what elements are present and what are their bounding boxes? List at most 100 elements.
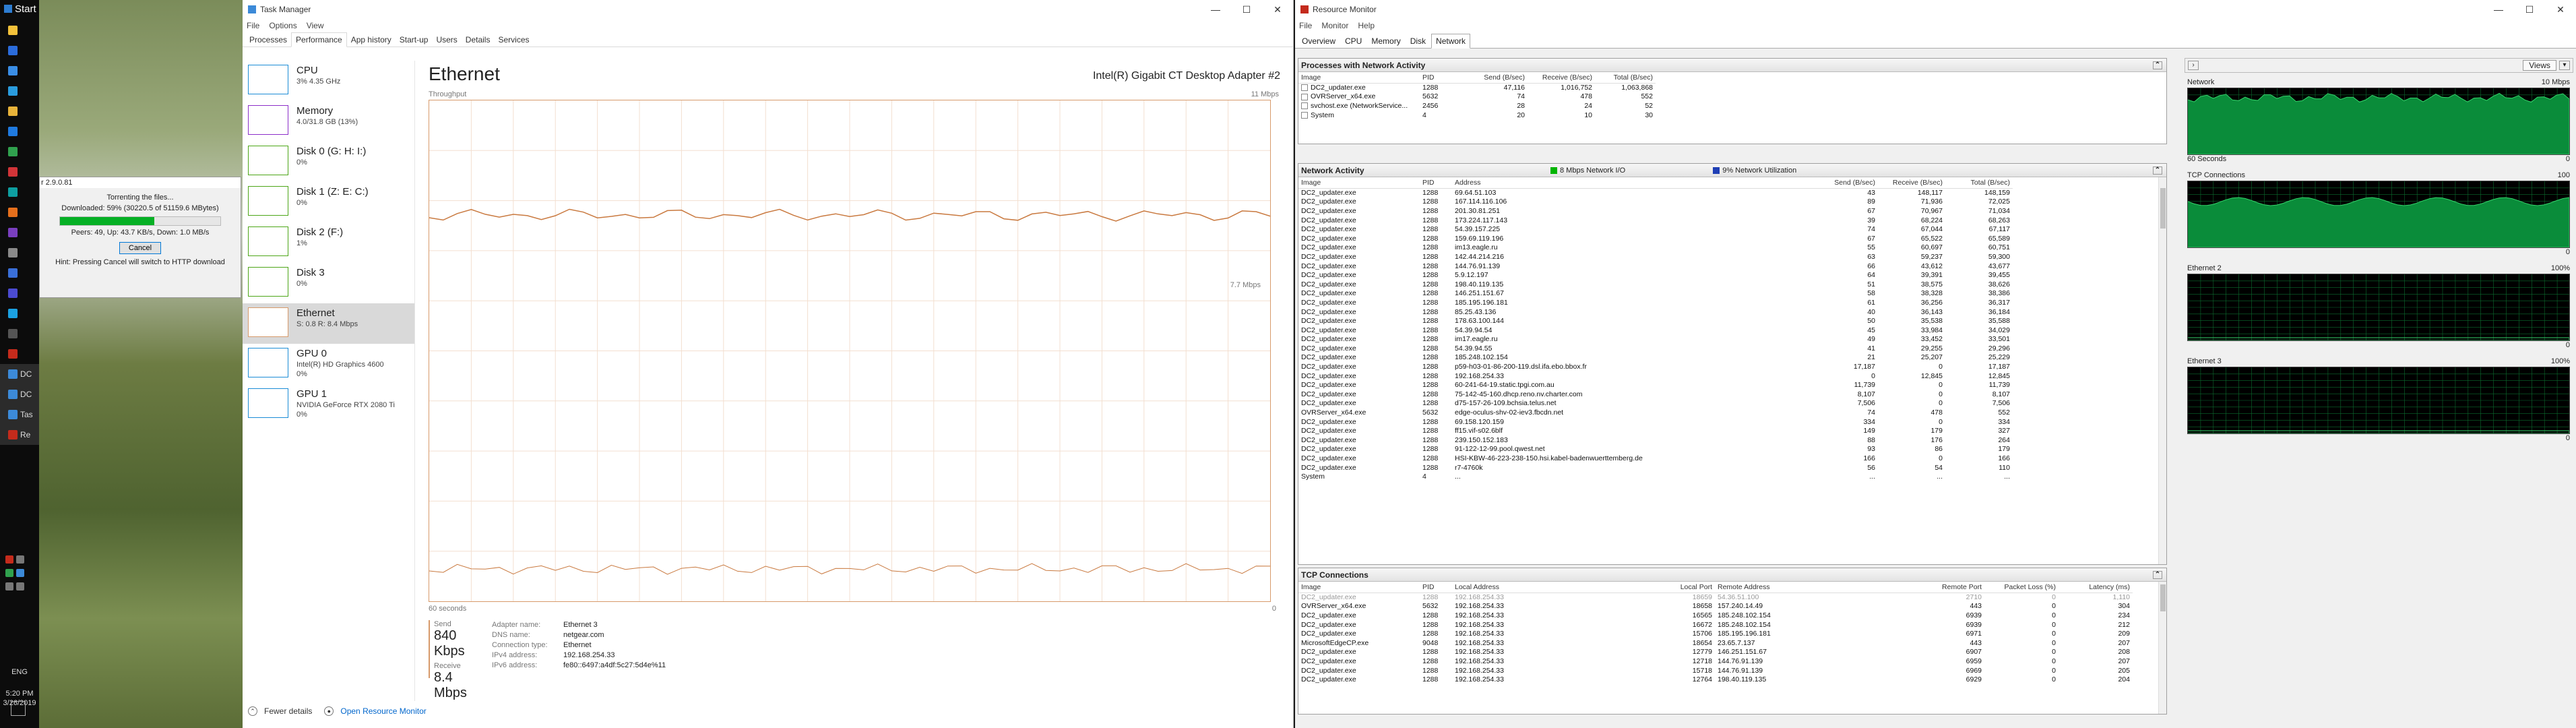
taskbar-item[interactable]: [0, 202, 39, 222]
network-row[interactable]: DC2_updater.exe 1288 239.150.152.183 88 176 2…: [1298, 435, 2166, 445]
sidebar-item-memory[interactable]: Memory 4.0/31.8 GB (13%): [243, 101, 414, 142]
tab-services[interactable]: Services: [494, 33, 533, 47]
rm-menu-file[interactable]: File: [1299, 21, 1312, 30]
rm-close-button[interactable]: ✕: [2545, 4, 2576, 16]
rm-tab-cpu[interactable]: CPU: [1341, 34, 1366, 48]
column-header[interactable]: Receive (B/sec): [1528, 72, 1595, 84]
taskbar-item[interactable]: [0, 283, 39, 303]
close-button[interactable]: ✕: [1262, 4, 1293, 16]
network-row[interactable]: DC2_updater.exe 1288 54.39.94.54 45 33,984 34…: [1298, 326, 2166, 335]
taskbar-item[interactable]: [0, 222, 39, 243]
network-row[interactable]: DC2_updater.exe 1288 69.64.51.103 43 148,117…: [1298, 188, 2166, 198]
collapse-icon[interactable]: ⌃: [2153, 61, 2162, 69]
network-row[interactable]: System 4............: [1298, 472, 2166, 481]
column-header[interactable]: Image: [1298, 72, 1420, 84]
sidebar-item-disk-3[interactable]: Disk 3 0%: [243, 263, 414, 303]
network-row[interactable]: DC2_updater.exe 1288 d75-157-26-109.bchsia…: [1298, 399, 2166, 408]
network-row[interactable]: DC2_updater.exe 1288 198.40.119.135 51 38,57…: [1298, 280, 2166, 289]
column-header[interactable]: Total (B/sec): [1945, 177, 2013, 189]
tcp-row[interactable]: DC2_updater.exe 1288 192.168.254.33 16672 18…: [1298, 620, 2166, 630]
process-row[interactable]: svchost.exe (NetworkService... 2456 28 24 52: [1298, 101, 2166, 111]
tray-network-icon[interactable]: [16, 582, 24, 590]
expand-pane-icon[interactable]: ›: [2188, 61, 2199, 70]
network-row[interactable]: DC2_updater.exe 1288 173.224.117.143 39 68,2…: [1298, 216, 2166, 225]
menu-options[interactable]: Options: [269, 21, 296, 30]
tcp-row[interactable]: OVRServer_x64.exe 5632 192.168.254.33 18658…: [1298, 602, 2166, 611]
menu-file[interactable]: File: [247, 21, 259, 30]
network-row[interactable]: DC2_updater.exe 1288 60-241-64-19.static.t…: [1298, 380, 2166, 390]
sidebar-item-cpu[interactable]: CPU 3% 4.35 GHz: [243, 61, 414, 101]
column-header[interactable]: Local Port: [1647, 582, 1715, 593]
column-header[interactable]: Send (B/sec): [1467, 72, 1528, 84]
tab-users[interactable]: Users: [432, 33, 461, 47]
taskbar-item[interactable]: [0, 20, 39, 40]
tray-green-icon[interactable]: [5, 569, 13, 577]
column-header[interactable]: Send (B/sec): [1802, 177, 1878, 189]
process-row[interactable]: OVRServer_x64.exe 5632 74 478 552: [1298, 92, 2166, 102]
notification-center-icon[interactable]: [11, 701, 26, 716]
taskbar-item[interactable]: [0, 40, 39, 61]
taskbar-item[interactable]: [0, 142, 39, 162]
tcp-scrollbar-thumb[interactable]: [2160, 584, 2166, 611]
network-row[interactable]: DC2_updater.exe 1288 im17.eagle.ru 49 33,452…: [1298, 335, 2166, 344]
language-indicator[interactable]: ENG: [0, 667, 39, 677]
row-checkbox[interactable]: [1301, 102, 1308, 110]
tray-volume-icon[interactable]: [5, 582, 13, 590]
process-row[interactable]: DC2_updater.exe 1288 47,116 1,016,752 1,063,…: [1298, 83, 2166, 92]
maximize-button[interactable]: ☐: [1231, 4, 1262, 16]
tab-start-up[interactable]: Start-up: [396, 33, 433, 47]
column-header[interactable]: Receive (B/sec): [1878, 177, 1945, 189]
taskbar-item[interactable]: [0, 344, 39, 364]
rm-minimize-button[interactable]: —: [2483, 4, 2514, 16]
rm-menu-help[interactable]: Help: [1358, 21, 1375, 30]
network-row[interactable]: DC2_updater.exe 1288 192.168.254.33 0 12,845…: [1298, 371, 2166, 381]
network-row[interactable]: DC2_updater.exe 1288 142.44.214.216 63 59,23…: [1298, 252, 2166, 262]
tray-red-icon[interactable]: [5, 555, 13, 564]
taskbar-item[interactable]: Re: [0, 425, 39, 445]
network-row[interactable]: OVRServer_x64.exe 5632 edge-oculus-shv-02-…: [1298, 408, 2166, 417]
column-header[interactable]: PID: [1420, 582, 1452, 593]
rm-tab-overview[interactable]: Overview: [1298, 34, 1340, 48]
column-header[interactable]: Total (B/sec): [1595, 72, 1656, 84]
network-row[interactable]: DC2_updater.exe 1288 54.39.157.225 74 67,044…: [1298, 224, 2166, 234]
taskbar-item[interactable]: DC: [0, 364, 39, 384]
network-row[interactable]: DC2_updater.exe 1288 144.76.91.139 66 43,612…: [1298, 262, 2166, 271]
sidebar-item-disk-1-z-e-c-[interactable]: Disk 1 (Z: E: C:) 0%: [243, 182, 414, 222]
tcp-connections-header[interactable]: TCP Connections ⌃: [1298, 568, 2166, 582]
collapse-icon[interactable]: ⌃: [2153, 166, 2162, 175]
taskbar-item[interactable]: DC: [0, 384, 39, 404]
network-row[interactable]: DC2_updater.exe 1288 85.25.43.136 40 36,143 3…: [1298, 307, 2166, 317]
network-activity-scrollbar[interactable]: [2158, 177, 2166, 564]
collapse-icon[interactable]: ⌃: [2153, 570, 2162, 579]
taskbar-item[interactable]: [0, 324, 39, 344]
row-checkbox[interactable]: [1301, 84, 1308, 92]
tab-details[interactable]: Details: [462, 33, 495, 47]
tcp-row[interactable]: DC2_updater.exe 1288 192.168.254.33 16565 18…: [1298, 611, 2166, 620]
network-row[interactable]: DC2_updater.exe 1288 69.158.120.159 334 0 334: [1298, 417, 2166, 427]
fewer-details-icon[interactable]: ⌃: [248, 706, 257, 716]
tray-gray-icon[interactable]: [16, 555, 24, 564]
taskbar-item[interactable]: [0, 303, 39, 324]
taskbar-item[interactable]: [0, 81, 39, 101]
column-header[interactable]: Packet Loss (%): [1984, 582, 2059, 593]
sidebar-item-gpu-0[interactable]: GPU 0 Intel(R) HD Graphics 4600 0%: [243, 344, 414, 384]
taskbar-item[interactable]: [0, 101, 39, 121]
tcp-row[interactable]: MicrosoftEdgeCP.exe 9048 192.168.254.33 186…: [1298, 638, 2166, 648]
tcp-row[interactable]: DC2_updater.exe 1288 192.168.254.33 15718 14…: [1298, 666, 2166, 675]
rm-menu-monitor[interactable]: Monitor: [1321, 21, 1348, 30]
tab-processes[interactable]: Processes: [245, 33, 291, 47]
network-row[interactable]: DC2_updater.exe 1288 185.248.102.154 21 25,2…: [1298, 353, 2166, 363]
column-header[interactable]: Remote Address: [1715, 582, 1910, 593]
network-activity-header[interactable]: Network Activity 8 Mbps Network I/O 9% N…: [1298, 164, 2166, 177]
sidebar-item-gpu-1[interactable]: GPU 1 NVIDIA GeForce RTX 2080 Ti 0%: [243, 384, 414, 425]
rm-tab-disk[interactable]: Disk: [1406, 34, 1430, 48]
column-header[interactable]: Remote Port: [1910, 582, 1984, 593]
fewer-details-link[interactable]: Fewer details: [264, 706, 312, 716]
taskbar-item[interactable]: [0, 61, 39, 81]
process-row[interactable]: System 4 20 10 30: [1298, 111, 2166, 120]
resource-monitor-icon[interactable]: ●: [324, 706, 334, 716]
network-row[interactable]: DC2_updater.exe 1288 185.195.196.181 61 36,2…: [1298, 298, 2166, 307]
column-header[interactable]: Local Address: [1452, 582, 1647, 593]
taskbar-item[interactable]: [0, 121, 39, 142]
network-row[interactable]: DC2_updater.exe 1288 167.114.116.106 89 71,9…: [1298, 198, 2166, 207]
